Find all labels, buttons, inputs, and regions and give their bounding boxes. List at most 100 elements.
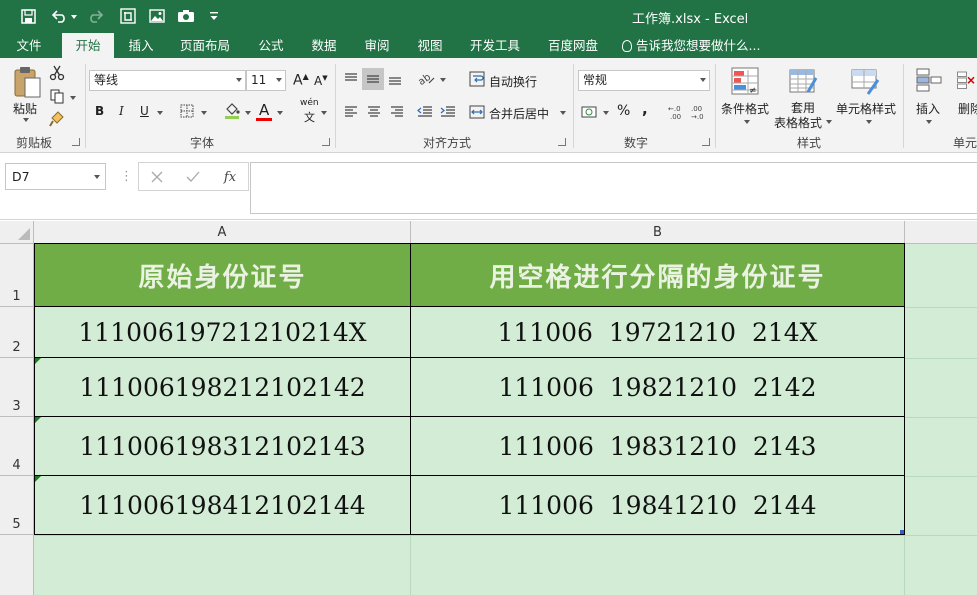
cell-a4[interactable]: 111006198312102143	[35, 417, 411, 476]
tab-home[interactable]: 开始	[62, 33, 114, 58]
decrease-indent-icon[interactable]	[415, 102, 435, 122]
tab-developer[interactable]: 开发工具	[462, 33, 528, 58]
tab-page-layout[interactable]: 页面布局	[172, 33, 238, 58]
cell-b4[interactable]: 111006 19831210 2143	[411, 417, 905, 476]
cell-a2[interactable]: 11100619721210214X	[35, 307, 411, 358]
align-middle-icon[interactable]	[362, 68, 384, 90]
more-options-icon[interactable]: ⋮	[120, 169, 133, 184]
number-launcher-icon[interactable]	[702, 138, 710, 146]
tab-data[interactable]: 数据	[303, 33, 345, 58]
clipboard-launcher-icon[interactable]	[72, 138, 80, 146]
align-left-icon[interactable]	[341, 102, 361, 122]
cell-a3[interactable]: 111006198212102142	[35, 358, 411, 417]
phonetic-guide-button[interactable]: wén	[300, 98, 319, 108]
align-bottom-icon[interactable]	[385, 68, 405, 90]
paste-icon[interactable]	[10, 64, 44, 100]
font-name-select[interactable]: 等线	[89, 70, 246, 91]
increase-indent-icon[interactable]	[438, 102, 458, 122]
copy-dropdown-icon[interactable]	[70, 96, 76, 100]
delete-cells-button[interactable]: 删除	[958, 100, 977, 117]
tab-insert[interactable]: 插入	[120, 33, 162, 58]
font-launcher-icon[interactable]	[322, 138, 330, 146]
format-as-table-icon[interactable]	[786, 64, 820, 98]
tell-me-search[interactable]: 告诉我您想要做什么...	[622, 33, 772, 58]
tab-view[interactable]: 视图	[409, 33, 451, 58]
underline-button[interactable]: U	[140, 104, 149, 118]
cell-b2[interactable]: 111006 19721210 214X	[411, 307, 905, 358]
fill-color-icon[interactable]	[222, 100, 242, 120]
merge-center-icon[interactable]	[468, 103, 486, 121]
decrease-font-button[interactable]: A▼	[314, 74, 328, 88]
number-format-select[interactable]: 常规	[578, 70, 710, 91]
name-box[interactable]: D7	[5, 163, 106, 190]
insert-dropdown-icon[interactable]	[926, 120, 932, 124]
cell-b5[interactable]: 111006 19841210 2144	[411, 476, 905, 535]
formula-input[interactable]	[250, 162, 977, 214]
row-header-1[interactable]: 1	[0, 244, 34, 307]
paste-dropdown-icon[interactable]	[23, 118, 29, 122]
accounting-format-icon[interactable]	[579, 102, 599, 122]
row-header-3[interactable]: 3	[0, 358, 34, 417]
format-as-table-line2[interactable]: 表格格式	[774, 114, 822, 131]
merge-center-button[interactable]: 合并后居中	[489, 105, 549, 122]
percent-style-button[interactable]: %	[617, 103, 630, 119]
align-top-icon[interactable]	[341, 68, 361, 90]
increase-font-button[interactable]: A▲	[293, 72, 309, 89]
phonetic-dropdown-icon[interactable]	[321, 111, 327, 115]
bold-button[interactable]: B	[95, 104, 104, 118]
delete-cells-icon[interactable]	[956, 66, 977, 96]
align-right-icon[interactable]	[387, 102, 407, 122]
merge-dropdown-icon[interactable]	[560, 111, 566, 115]
tab-review[interactable]: 审阅	[356, 33, 398, 58]
row-header-5[interactable]: 5	[0, 476, 34, 535]
cell-b3[interactable]: 111006 19821210 2142	[411, 358, 905, 417]
wrap-text-icon[interactable]	[468, 70, 486, 88]
insert-cells-button[interactable]: 插入	[916, 100, 940, 117]
select-all-corner[interactable]	[0, 221, 34, 244]
cell-styles-button[interactable]: 单元格样式	[836, 100, 896, 117]
row-header-2[interactable]: 2	[0, 307, 34, 358]
tab-baidu-netdisk[interactable]: 百度网盘	[540, 33, 606, 58]
format-table-dropdown-icon[interactable]	[826, 120, 832, 124]
insert-cells-icon[interactable]	[914, 66, 944, 96]
conditional-formatting-icon[interactable]: ≠	[728, 64, 762, 98]
conditional-dropdown-icon[interactable]	[744, 120, 750, 124]
tab-formulas[interactable]: 公式	[250, 33, 292, 58]
decrease-decimal-icon[interactable]: .00 →.0	[689, 102, 709, 122]
paste-label[interactable]: 粘贴	[13, 100, 37, 117]
cancel-icon[interactable]	[149, 169, 165, 185]
format-painter-icon[interactable]	[48, 110, 66, 128]
accounting-dropdown-icon[interactable]	[603, 111, 609, 115]
cell-a1[interactable]: 原始身份证号	[35, 244, 411, 307]
fill-color-dropdown-icon[interactable]	[245, 111, 251, 115]
borders-dropdown-icon[interactable]	[201, 111, 207, 115]
align-center-icon[interactable]	[364, 102, 384, 122]
font-color-dropdown-icon[interactable]	[277, 111, 283, 115]
font-size-select[interactable]: 11	[246, 70, 286, 91]
tab-file[interactable]: 文件	[6, 33, 52, 58]
row-header-6[interactable]	[0, 535, 34, 595]
cell-a5[interactable]: 111006198412102144	[35, 476, 411, 535]
italic-button[interactable]: I	[119, 104, 124, 118]
orientation-dropdown-icon[interactable]	[440, 78, 446, 82]
cut-icon[interactable]	[48, 64, 66, 82]
borders-icon[interactable]	[178, 102, 196, 120]
fill-handle-icon[interactable]	[900, 530, 904, 534]
conditional-formatting-button[interactable]: 条件格式	[721, 100, 769, 117]
wrap-text-button[interactable]: 自动换行	[489, 73, 537, 90]
column-header-b[interactable]: B	[411, 221, 905, 244]
increase-decimal-icon[interactable]: ←.0.00	[666, 102, 686, 122]
orientation-icon[interactable]: ab	[416, 68, 438, 90]
copy-icon[interactable]	[48, 87, 66, 105]
enter-icon[interactable]	[185, 169, 201, 185]
underline-dropdown-icon[interactable]	[157, 111, 163, 115]
row-header-4[interactable]: 4	[0, 417, 34, 476]
alignment-launcher-icon[interactable]	[558, 138, 566, 146]
insert-function-button[interactable]: fx	[221, 168, 239, 186]
cell-b1[interactable]: 用空格进行分隔的身份证号	[411, 244, 905, 307]
comma-style-button[interactable]: ,	[642, 100, 648, 118]
column-header-a[interactable]: A	[34, 221, 411, 244]
cell-styles-icon[interactable]	[848, 64, 882, 98]
column-header-c[interactable]	[905, 221, 977, 244]
cell-styles-dropdown-icon[interactable]	[866, 120, 872, 124]
